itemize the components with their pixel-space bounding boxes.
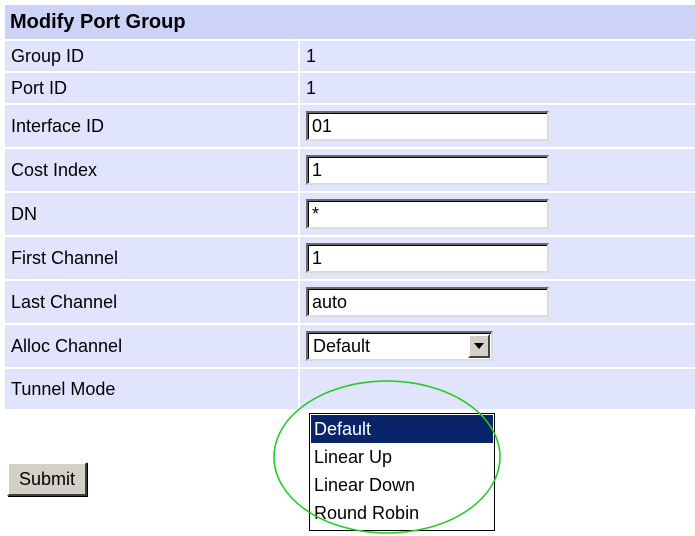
dropdown-option-default[interactable]: Default — [311, 415, 493, 443]
last-channel-input[interactable] — [306, 287, 549, 317]
port-id-label: Port ID — [5, 73, 298, 103]
tunnel-mode-value — [300, 369, 695, 409]
dn-cell — [300, 193, 695, 235]
row-group-id: Group ID 1 — [5, 41, 695, 71]
row-dn: DN — [5, 193, 695, 235]
dn-input[interactable] — [306, 199, 549, 229]
first-channel-label: First Channel — [5, 237, 298, 279]
interface-id-input[interactable] — [306, 111, 549, 141]
interface-id-cell — [300, 105, 695, 147]
cost-index-input[interactable] — [306, 155, 549, 185]
row-first-channel: First Channel — [5, 237, 695, 279]
alloc-channel-label: Alloc Channel — [5, 325, 298, 367]
alloc-channel-selected-value: Default — [313, 336, 371, 356]
group-id-label: Group ID — [5, 41, 298, 71]
row-last-channel: Last Channel — [5, 281, 695, 323]
group-id-value: 1 — [300, 41, 695, 71]
row-tunnel-mode: Tunnel Mode — [5, 369, 695, 409]
dn-label: DN — [5, 193, 298, 235]
submit-button[interactable]: Submit — [7, 462, 87, 496]
last-channel-cell — [300, 281, 695, 323]
dropdown-option-round-robin[interactable]: Round Robin — [311, 499, 493, 527]
port-id-value: 1 — [300, 73, 695, 103]
alloc-channel-dropdown-list: Default Linear Up Linear Down Round Robi… — [309, 413, 495, 531]
cost-index-cell — [300, 149, 695, 191]
row-cost-index: Cost Index — [5, 149, 695, 191]
row-interface-id: Interface ID — [5, 105, 695, 147]
chevron-down-icon — [474, 343, 484, 349]
dropdown-option-linear-down[interactable]: Linear Down — [311, 471, 493, 499]
row-alloc-channel: Alloc Channel Default — [5, 325, 695, 367]
alloc-channel-cell: Default — [300, 325, 695, 367]
dropdown-arrow-button[interactable] — [468, 334, 490, 358]
dropdown-option-linear-up[interactable]: Linear Up — [311, 443, 493, 471]
cost-index-label: Cost Index — [5, 149, 298, 191]
tunnel-mode-label: Tunnel Mode — [5, 369, 298, 409]
form-title: Modify Port Group — [5, 5, 695, 39]
last-channel-label: Last Channel — [5, 281, 298, 323]
first-channel-cell — [300, 237, 695, 279]
alloc-channel-select[interactable]: Default — [306, 331, 493, 361]
interface-id-label: Interface ID — [5, 105, 298, 147]
row-port-id: Port ID 1 — [5, 73, 695, 103]
modify-port-group-form: Modify Port Group Group ID 1 Port ID 1 I… — [5, 5, 695, 409]
first-channel-input[interactable] — [306, 243, 549, 273]
